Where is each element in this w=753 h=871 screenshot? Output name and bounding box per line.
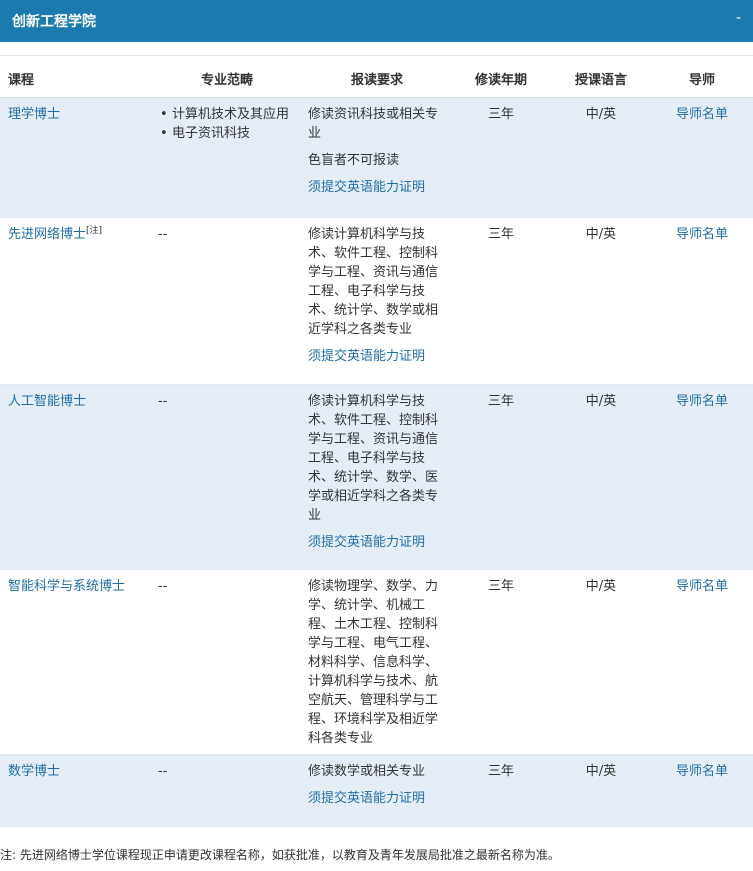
program-cell: 智能科学与系统博士 [8, 577, 153, 596]
supervisor-link[interactable]: 导师名单 [670, 762, 734, 781]
program-link[interactable]: 先进网络博士 [8, 227, 86, 242]
language-cell: 中/英 [585, 394, 617, 409]
field-cell: -- [158, 394, 168, 409]
column-header-field: 专业范畴 [201, 73, 254, 88]
field-list: 计算机技术及其应用 电子资讯科技 [158, 105, 298, 143]
english-proof-link[interactable]: 须提交英语能力证明 [308, 347, 440, 366]
program-cell: 理学博士 [8, 105, 153, 124]
english-proof-link[interactable]: 须提交英语能力证明 [308, 178, 440, 197]
column-header-program: 课程 [8, 73, 35, 88]
table-row: 智能科学与系统博士 -- 修读物理学、数学、力学、统计学、机械工程、土木工程、控… [0, 570, 753, 755]
requirements-cell: 修读计算机科学与技术、软件工程、控制科学与工程、资讯与通信工程、电子科学与技术、… [308, 225, 440, 366]
collapse-toggle-icon[interactable]: - [736, 10, 741, 26]
table-row: 数学博士 -- 修读数学或相关专业 须提交英语能力证明 三年 中/英 导师名单 [0, 755, 753, 827]
program-link[interactable]: 数学博士 [8, 764, 60, 779]
supervisor-link[interactable]: 导师名单 [670, 105, 734, 124]
years-cell: 三年 [487, 394, 514, 409]
years-cell: 三年 [487, 107, 514, 122]
section-header[interactable]: 创新工程学院 - [0, 0, 753, 42]
program-link[interactable]: 人工智能博士 [8, 394, 86, 409]
requirement-text: 修读计算机科学与技术、软件工程、控制科学与工程、资讯与通信工程、电子科学与技术、… [308, 227, 439, 337]
language-cell: 中/英 [585, 227, 617, 242]
language-cell: 中/英 [585, 764, 617, 779]
field-cell: -- [158, 764, 168, 779]
program-cell: 先进网络博士[注] [8, 225, 153, 244]
requirement-text: 色盲者不可报读 [308, 153, 400, 168]
field-cell: 计算机技术及其应用 电子资讯科技 [158, 105, 298, 143]
english-proof-link[interactable]: 须提交英语能力证明 [308, 533, 440, 552]
table-row: 理学博士 计算机技术及其应用 电子资讯科技 修读资讯科技或相关专业 色盲者不可报… [0, 98, 753, 218]
program-cell: 人工智能博士 [8, 392, 153, 411]
table-row: 先进网络博士[注] -- 修读计算机科学与技术、软件工程、控制科学与工程、资讯与… [0, 218, 753, 385]
field-item: 计算机技术及其应用 [160, 105, 298, 124]
table-header: 课程 专业范畴 报读要求 修读年期 授课语言 导师 [0, 55, 753, 98]
program-link[interactable]: 理学博士 [8, 107, 60, 122]
footnote: 注: 先进网络博士学位课程现正申请更改课程名称，如获批准，以教育及青年发展局批准… [0, 848, 560, 862]
requirement-text: 修读物理学、数学、力学、统计学、机械工程、土木工程、控制科学与工程、电气工程、材… [308, 579, 439, 746]
supervisor-link[interactable]: 导师名单 [670, 577, 734, 596]
field-item: 电子资讯科技 [160, 124, 298, 143]
english-proof-link[interactable]: 须提交英语能力证明 [308, 789, 440, 808]
program-link[interactable]: 智能科学与系统博士 [8, 579, 125, 594]
column-header-supervisor: 导师 [689, 73, 716, 88]
requirement-text: 修读计算机科学与技术、软件工程、控制科学与工程、资讯与通信工程、电子科学与技术、… [308, 394, 439, 523]
supervisor-link[interactable]: 导师名单 [670, 392, 734, 411]
requirements-cell: 修读数学或相关专业 须提交英语能力证明 [308, 762, 440, 808]
years-cell: 三年 [487, 227, 514, 242]
requirement-text: 修读数学或相关专业 [308, 764, 426, 779]
note-mark: [注] [86, 226, 103, 236]
supervisor-link[interactable]: 导师名单 [670, 225, 734, 244]
section-title: 创新工程学院 [12, 14, 96, 30]
field-cell: -- [158, 227, 168, 242]
field-cell: -- [158, 579, 168, 594]
language-cell: 中/英 [585, 107, 617, 122]
years-cell: 三年 [487, 764, 514, 779]
program-cell: 数学博士 [8, 762, 153, 781]
column-header-language: 授课语言 [575, 73, 628, 88]
requirement-text: 修读资讯科技或相关专业 [308, 107, 439, 141]
requirements-cell: 修读资讯科技或相关专业 色盲者不可报读 须提交英语能力证明 [308, 105, 440, 197]
language-cell: 中/英 [585, 579, 617, 594]
requirements-cell: 修读物理学、数学、力学、统计学、机械工程、土木工程、控制科学与工程、电气工程、材… [308, 577, 440, 748]
table-row: 人工智能博士 -- 修读计算机科学与技术、软件工程、控制科学与工程、资讯与通信工… [0, 385, 753, 570]
column-header-requirements: 报读要求 [351, 73, 404, 88]
column-header-years: 修读年期 [475, 73, 528, 88]
requirements-cell: 修读计算机科学与技术、软件工程、控制科学与工程、资讯与通信工程、电子科学与技术、… [308, 392, 440, 552]
years-cell: 三年 [487, 579, 514, 594]
